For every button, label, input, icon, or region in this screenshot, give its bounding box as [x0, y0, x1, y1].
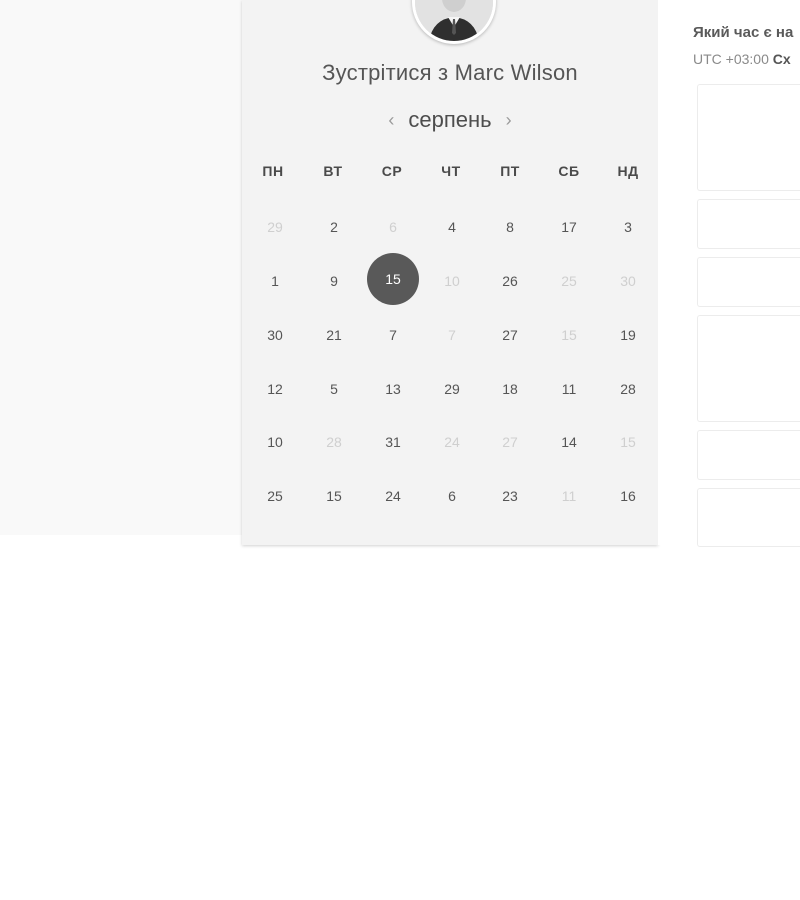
calendar-day[interactable]: 1 [249, 255, 301, 307]
calendar-day[interactable]: 29 [426, 363, 478, 415]
calendar-day: 27 [502, 434, 518, 450]
calendar-day: 15 [561, 327, 577, 343]
timezone-selector[interactable]: UTC +03:00 Сх [693, 51, 791, 67]
timezone-name: Сх [772, 51, 791, 67]
calendar-day[interactable]: 16 [602, 470, 654, 522]
page-lower-background [0, 535, 800, 900]
calendar-day[interactable]: 11 [543, 363, 595, 415]
calendar-days-grid: 29 2 6 4 8 17 3 1 9 15 10 26 25 30 30 21 7 7 27 15 19 12 5 13 29… [242, 0, 658, 545]
calendar-day[interactable]: 7 [367, 309, 419, 361]
calendar-day: 30 [620, 273, 636, 289]
calendar-day: 6 [389, 219, 397, 235]
time-slot[interactable] [697, 199, 800, 249]
calendar-day: 28 [326, 434, 342, 450]
calendar-day[interactable]: 14 [543, 416, 595, 468]
calendar-day: 29 [267, 219, 283, 235]
calendar-day: 24 [444, 434, 460, 450]
calendar-day[interactable]: 23 [484, 470, 536, 522]
calendar-day[interactable]: 21 [308, 309, 360, 361]
time-slot[interactable] [697, 430, 800, 480]
calendar-day: 7 [448, 327, 456, 343]
calendar-day[interactable]: 4 [426, 201, 478, 253]
calendar-day[interactable]: 10 [249, 416, 301, 468]
calendar-day[interactable]: 2 [308, 201, 360, 253]
calendar-day[interactable]: 13 [367, 363, 419, 415]
time-slot[interactable] [697, 315, 800, 422]
calendar-day[interactable]: 27 [484, 309, 536, 361]
calendar-day[interactable]: 3 [602, 201, 654, 253]
utc-offset: UTC +03:00 [693, 51, 769, 67]
calendar-day[interactable]: 5 [308, 363, 360, 415]
calendar-day-selected[interactable]: 15 [367, 253, 419, 305]
calendar-day: 10 [444, 273, 460, 289]
calendar-day[interactable]: 19 [602, 309, 654, 361]
calendar-day[interactable]: 9 [308, 255, 360, 307]
time-selection-panel: Який час є на UTC +03:00 Сх [658, 0, 800, 547]
calendar-day[interactable]: 31 [367, 416, 419, 468]
time-slot[interactable] [697, 257, 800, 307]
time-slot[interactable] [697, 84, 800, 191]
calendar-day[interactable]: 17 [543, 201, 595, 253]
calendar-day[interactable]: 25 [249, 470, 301, 522]
calendar-card: Зустрітися з Marc Wilson ‹ серпень › ПН … [242, 0, 658, 545]
calendar-day: 11 [561, 488, 577, 504]
time-question-heading: Який час є на [693, 24, 794, 41]
calendar-day[interactable]: 26 [484, 255, 536, 307]
calendar-day[interactable]: 12 [249, 363, 301, 415]
time-slot[interactable] [697, 488, 800, 547]
calendar-day[interactable]: 28 [602, 363, 654, 415]
calendar-day[interactable]: 8 [484, 201, 536, 253]
calendar-day[interactable]: 24 [367, 470, 419, 522]
calendar-day[interactable]: 18 [484, 363, 536, 415]
calendar-day[interactable]: 6 [426, 470, 478, 522]
calendar-day: 25 [561, 273, 577, 289]
calendar-day[interactable]: 30 [249, 309, 301, 361]
calendar-day: 15 [620, 434, 636, 450]
calendar-day[interactable]: 15 [308, 470, 360, 522]
